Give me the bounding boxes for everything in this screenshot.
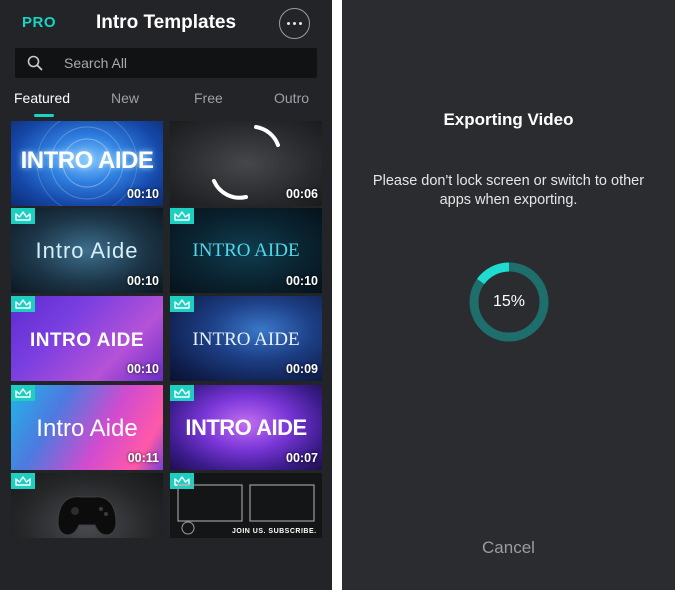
template-card[interactable]: INTRO AIDE 00:10 — [11, 296, 163, 381]
template-brand: INTRO AIDE — [20, 147, 154, 174]
more-button[interactable] — [279, 8, 310, 39]
gamepad-icon — [57, 496, 117, 536]
search-icon — [27, 55, 43, 71]
template-card[interactable]: INTRO AIDE 00:10 — [11, 121, 163, 206]
template-brand: INTRO AIDE — [192, 329, 300, 350]
crown-icon — [15, 210, 31, 221]
tab-new[interactable]: New — [111, 90, 139, 106]
premium-crown-badge — [11, 385, 35, 401]
template-card[interactable]: Intro Aide 00:11 — [11, 385, 163, 470]
tab-featured[interactable]: Featured — [14, 90, 70, 106]
progress-percent: 15% — [492, 293, 526, 310]
exporting-screen: Exporting Video Please don't lock screen… — [342, 0, 675, 590]
template-duration: 00:07 — [286, 451, 318, 465]
template-brand: Intro Aide — [35, 238, 139, 263]
crown-icon — [174, 387, 190, 398]
crown-icon — [15, 298, 31, 309]
template-brand: INTRO AIDE — [29, 330, 145, 351]
template-card[interactable]: INTRO AIDE 00:07 — [170, 385, 322, 470]
tab-free[interactable]: Free — [194, 90, 223, 106]
crown-icon — [174, 210, 190, 221]
template-card[interactable]: INTRO AIDE 00:10 — [170, 208, 322, 293]
template-card[interactable] — [11, 473, 163, 538]
crown-icon — [15, 387, 31, 398]
template-brand: INTRO AIDE — [192, 240, 300, 261]
template-duration: 00:10 — [127, 362, 159, 376]
export-progress-ring: 15% — [467, 260, 551, 344]
template-duration: 00:06 — [286, 187, 318, 201]
subscribe-text: JOIN US. SUBSCRIBE. — [232, 528, 317, 535]
active-tab-indicator — [34, 114, 54, 117]
more-dots-icon — [287, 22, 302, 25]
export-title: Exporting Video — [443, 110, 574, 129]
template-duration: 00:10 — [127, 274, 159, 288]
export-message: Please don't lock screen or switch to ot… — [372, 173, 645, 208]
premium-crown-badge — [11, 296, 35, 312]
premium-crown-badge — [170, 385, 194, 401]
template-brand: Intro Aide — [36, 415, 138, 442]
template-card[interactable]: JOIN US. SUBSCRIBE. — [170, 473, 322, 538]
template-duration: 00:09 — [286, 362, 318, 376]
tab-outro[interactable]: Outro — [274, 90, 309, 106]
search-placeholder[interactable]: Search All — [64, 55, 127, 71]
template-card[interactable]: Intro Aide 00:10 — [11, 208, 163, 293]
search-bar[interactable]: Search All — [15, 48, 317, 78]
template-card[interactable]: INTRO AIDE 00:09 — [170, 296, 322, 381]
premium-crown-badge — [170, 296, 194, 312]
template-duration: 00:10 — [127, 187, 159, 201]
template-brand: INTRO AIDE — [185, 415, 307, 440]
template-duration: 00:11 — [127, 451, 159, 465]
template-card[interactable]: 00:06 — [170, 121, 322, 206]
premium-crown-badge — [170, 208, 194, 224]
template-duration: 00:10 — [286, 274, 318, 288]
header: PRO Intro Templates — [0, 0, 332, 46]
intro-templates-screen: PRO Intro Templates Search All Featured … — [0, 0, 332, 590]
premium-crown-badge — [11, 208, 35, 224]
cancel-button[interactable]: Cancel — [342, 538, 675, 558]
crown-icon — [174, 298, 190, 309]
